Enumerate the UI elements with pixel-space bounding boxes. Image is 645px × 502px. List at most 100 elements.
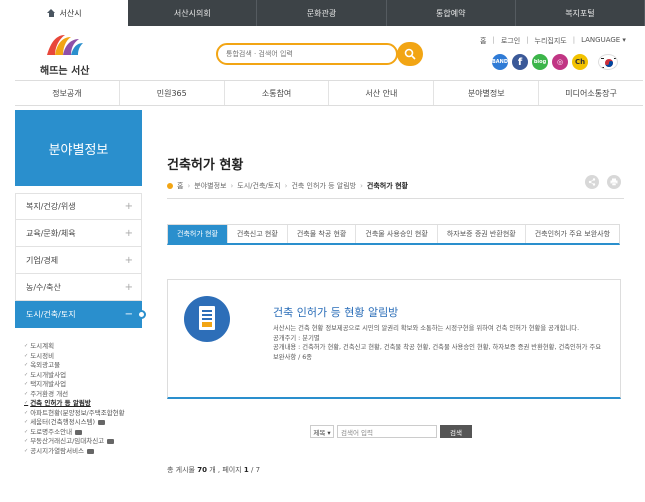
site-tab-label: 통합예약: [435, 8, 466, 18]
search-button[interactable]: [397, 42, 423, 66]
board-contents-text: 공개내용 : 건축허가 현황, 건축신고 현황, 건축물 착공 현황, 건축물 …: [273, 344, 602, 361]
main-navigation: 정보공개 민원365 소통참여 서산 안내 분야별정보 미디어소통장구: [15, 80, 643, 106]
side-menu-item-agriculture[interactable]: 농/수/축산 +: [15, 274, 142, 301]
external-link-icon: [107, 439, 115, 445]
tab-use-approval[interactable]: 건축물 사용승인 현황: [356, 225, 438, 243]
share-icon[interactable]: [585, 175, 599, 189]
instagram-icon[interactable]: ◎: [552, 54, 568, 70]
search-input[interactable]: [226, 45, 396, 63]
sub-menu-label: 도시정비: [30, 351, 55, 360]
print-icon[interactable]: [607, 175, 621, 189]
sub-menu-item[interactable]: 도시계획: [24, 342, 144, 352]
side-menu-label: 도시/건축/토지: [26, 309, 76, 319]
band-icon[interactable]: BAND: [492, 54, 508, 70]
sub-menu-item[interactable]: 택지개발사업: [24, 380, 144, 390]
korea-flag-icon[interactable]: [598, 54, 618, 70]
sub-menu-label: 공시지가열람서비스: [30, 446, 85, 455]
site-tab-seosan[interactable]: 서산시: [0, 0, 129, 26]
separator: |: [572, 36, 576, 44]
sub-menu-item[interactable]: 세움터(건축행정시스템): [24, 418, 144, 428]
gnb-item-civil-365[interactable]: 민원365: [120, 81, 225, 105]
blog-icon[interactable]: blog: [532, 54, 548, 70]
gnb-item-field-info[interactable]: 분야별정보: [434, 81, 540, 105]
plus-icon: +: [124, 254, 133, 266]
board-description: 서산시는 건축 현황 정보제공으로 시민의 알권리 확보와 소통하는 시정구현을…: [273, 324, 608, 362]
lnb-title: 분야별정보: [15, 110, 142, 186]
search-field-select[interactable]: 제목 ▾: [310, 425, 334, 438]
page-title: 건축허가 현황: [167, 158, 244, 173]
side-menu-item-education[interactable]: 교육/문화/체육 +: [15, 220, 142, 247]
kakao-channel-icon[interactable]: Ch: [572, 54, 588, 70]
site-tab-reservation[interactable]: 통합예약: [387, 0, 516, 26]
breadcrumb-current: 건축허가 현황: [366, 182, 408, 190]
sub-menu-item[interactable]: 도로명주소안내: [24, 428, 144, 438]
sub-menu-item[interactable]: 옥외광고물: [24, 361, 144, 371]
gnb-item-media[interactable]: 미디어소통장구: [539, 81, 643, 105]
board-search-form: 제목 ▾ 검색어 입력 검색: [310, 425, 472, 438]
site-tab-welfare[interactable]: 복지포털: [516, 0, 645, 26]
plus-icon: +: [124, 227, 133, 239]
logo-mark-icon: [47, 35, 83, 55]
util-sitemap-link[interactable]: 누리집지도: [535, 36, 567, 46]
board-search-input[interactable]: 검색어 입력: [337, 425, 437, 438]
tab-warranty-return[interactable]: 하자보증 증권 반환현황: [438, 225, 526, 243]
share-glyph: [588, 178, 596, 186]
sub-menu-item[interactable]: 공시지가열람서비스: [24, 447, 144, 457]
gnb-item-seosan-guide[interactable]: 서산 안내: [329, 81, 435, 105]
sub-menu-label: 주거환경 개선: [30, 389, 69, 398]
sub-menu-item[interactable]: 아파트현황(분양정보/주택조합현황: [24, 409, 144, 419]
gnb-item-info-disclosure[interactable]: 정보공개: [15, 81, 120, 105]
separator: |: [526, 36, 529, 44]
breadcrumb-item[interactable]: 분야별정보: [194, 181, 226, 191]
separator: |: [492, 36, 495, 44]
flag-shape: [601, 58, 617, 68]
sub-menu: 도시계획 도시정비 옥외광고물 도시개발사업 택지개발사업 주거환경 개선 건축…: [24, 342, 144, 456]
util-home-link[interactable]: 홈: [480, 36, 486, 46]
sub-menu-label: 건축 인허가 등 알림방: [30, 399, 91, 407]
site-tab-council[interactable]: 서산시의회: [128, 0, 258, 26]
board-heading: 건축 인허가 등 현황 알림방: [273, 306, 399, 319]
logo-text: 해뜨는 서산: [40, 66, 90, 77]
top-site-bar: 서산시 서산시의회 문화관광 통합예약 복지포털: [0, 0, 645, 26]
board-cycle-text: 공개주기 : 분기별: [273, 334, 320, 342]
breadcrumb-home[interactable]: 홈: [177, 181, 183, 191]
tab-supplement[interactable]: 건축인허가 주요 보완사항: [526, 225, 619, 243]
site-tab-label: 서산시: [59, 8, 82, 18]
site-tab-culture[interactable]: 문화관광: [257, 0, 387, 26]
sub-menu-item[interactable]: 부동산거래신고/임대차신고: [24, 437, 144, 447]
gnb-item-participation[interactable]: 소통참여: [225, 81, 330, 105]
side-menu-item-urban[interactable]: 도시/건축/토지 −: [15, 301, 146, 328]
sub-menu-item-current[interactable]: 건축 인허가 등 알림방: [24, 399, 144, 409]
facebook-icon[interactable]: f: [512, 54, 528, 70]
chevron-right-icon: ›: [187, 182, 191, 190]
title-divider: [167, 198, 624, 199]
side-menu-label: 기업/경제: [26, 255, 59, 265]
integrated-search-box: [216, 43, 398, 65]
util-language-dropdown[interactable]: LANGUAGE ▾: [581, 36, 626, 46]
breadcrumb-item[interactable]: 도시/건축/토지: [237, 181, 280, 191]
sub-menu-item[interactable]: 주거환경 개선: [24, 390, 144, 400]
minus-icon: −: [124, 308, 133, 320]
breadcrumb-item[interactable]: 건축 인허가 등 알림방: [291, 181, 356, 191]
breadcrumb: 홈 › 분야별정보 › 도시/건축/토지 › 건축 인허가 등 알림방 › 건축허가 현…: [167, 181, 408, 191]
logo[interactable]: 해뜨는 서산: [40, 31, 92, 77]
sub-menu-item[interactable]: 도시정비: [24, 352, 144, 362]
tab-construction-start[interactable]: 건축물 착공 현황: [288, 225, 357, 243]
tab-building-permit[interactable]: 건축허가 현황: [168, 225, 228, 243]
sub-menu-label: 아파트현황(분양정보/주택조합현황: [30, 408, 125, 417]
site-tab-label: 복지포털: [565, 8, 595, 18]
board-desc-text: 서산시는 건축 현황 정보제공으로 시민의 알권리 확보와 소통하는 시정구현을…: [273, 325, 580, 332]
tab-building-report[interactable]: 건축신고 현황: [228, 225, 288, 243]
side-menu-item-economy[interactable]: 기업/경제 +: [15, 247, 142, 274]
external-link-icon: [87, 448, 95, 454]
sub-menu-item[interactable]: 도시개발사업: [24, 371, 144, 381]
site-tab-label: 서산시의회: [173, 8, 211, 18]
chevron-right-icon: ›: [284, 182, 288, 190]
info-board: 건축 인허가 등 현황 알림방 서산시는 건축 현황 정보제공으로 시민의 알권…: [167, 279, 621, 399]
chevron-right-icon: ›: [360, 182, 363, 190]
side-menu-item-welfare[interactable]: 복지/건강/위생 +: [15, 193, 142, 220]
sub-menu-label: 부동산거래신고/임대차신고: [30, 437, 105, 445]
board-search-button[interactable]: 검색: [440, 425, 472, 438]
document-paper: [199, 306, 215, 330]
util-login-link[interactable]: 로그인: [501, 36, 520, 46]
